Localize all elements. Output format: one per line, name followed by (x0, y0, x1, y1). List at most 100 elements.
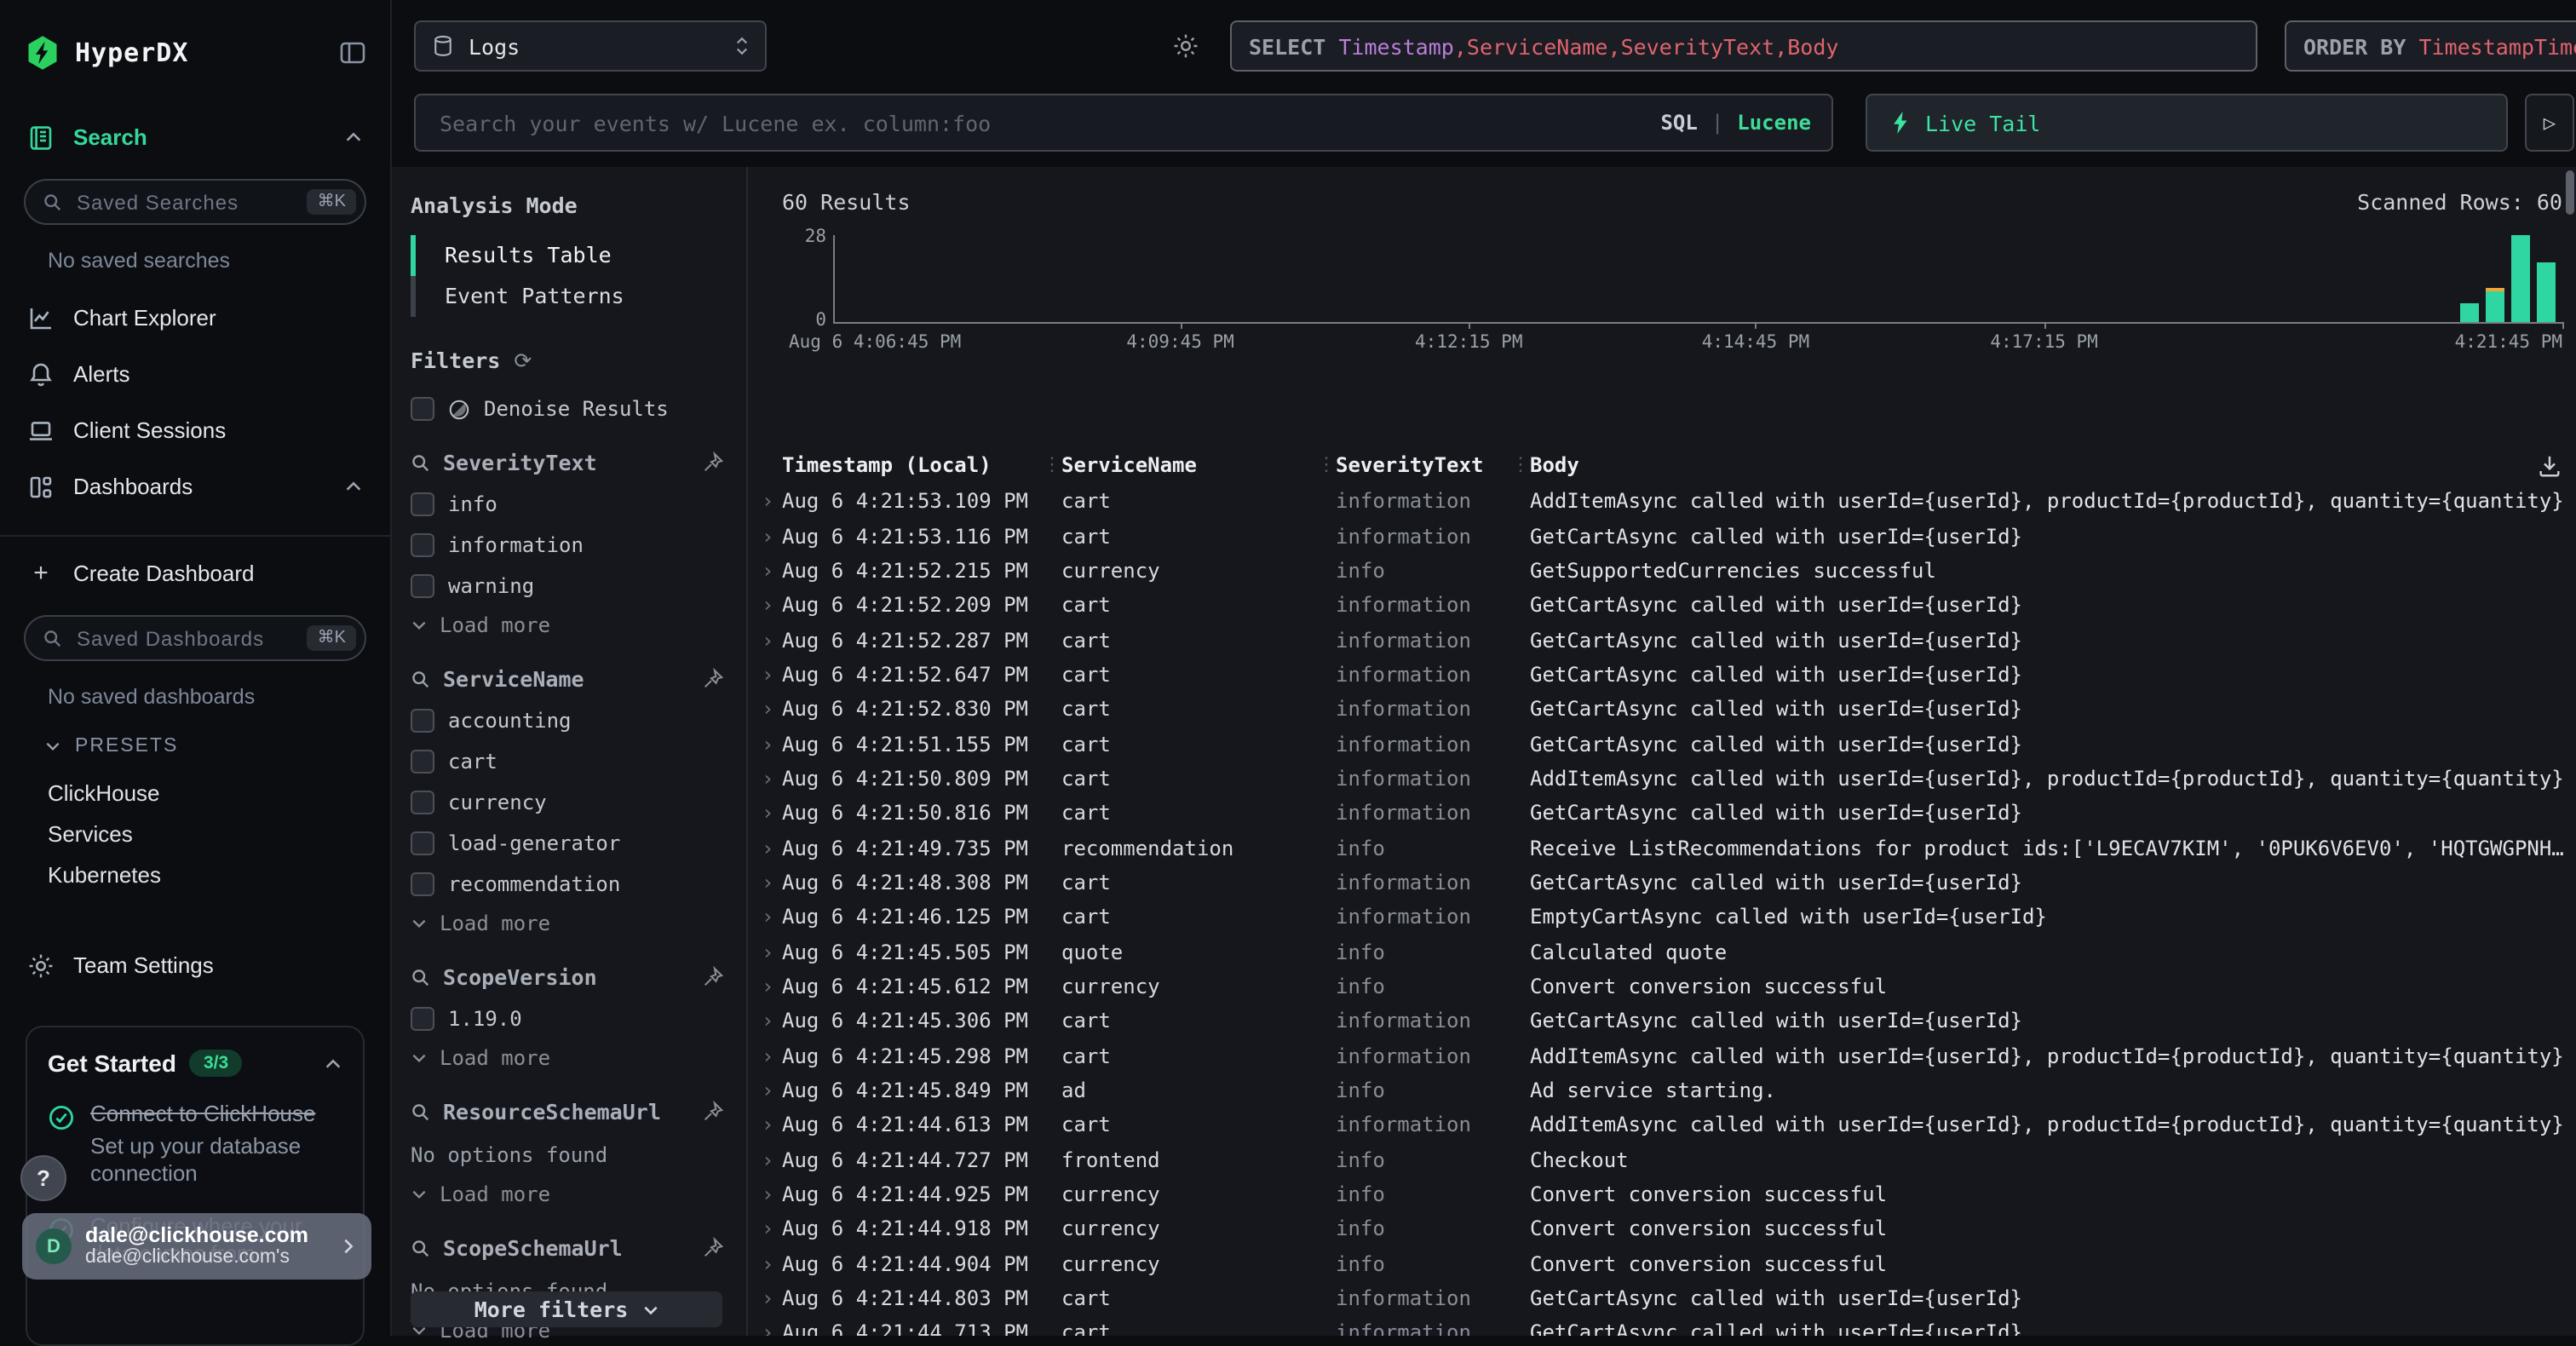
denoise-results-option[interactable]: Denoise Results (411, 397, 746, 421)
sidebar-item-team-settings[interactable]: Team Settings (0, 937, 390, 993)
pin-icon[interactable] (702, 966, 724, 988)
saved-searches-input[interactable]: ⌘K (24, 179, 366, 225)
row-expander-icon[interactable]: › (762, 697, 782, 721)
column-header-servicename[interactable]: ⋮ServiceName (1061, 453, 1336, 477)
row-expander-icon[interactable]: › (762, 593, 782, 617)
row-expander-icon[interactable]: › (762, 1044, 782, 1067)
row-expander-icon[interactable]: › (762, 906, 782, 929)
filter-option[interactable]: warning (411, 574, 746, 598)
table-row[interactable]: ›Aug 6 4:21:44.925 PMcurrencyinfoConvert… (762, 1177, 2576, 1212)
table-row[interactable]: ›Aug 6 4:21:45.306 PMcartinformationGetC… (762, 1004, 2576, 1038)
saved-dashboards-field[interactable] (73, 624, 297, 652)
column-header-timestamp-local-[interactable]: Timestamp (Local) (782, 453, 1061, 477)
filter-option[interactable]: info (411, 492, 746, 516)
table-row[interactable]: ›Aug 6 4:21:44.803 PMcartinformationGetC… (762, 1281, 2576, 1316)
sidebar-preset-kubernetes[interactable]: Kubernetes (0, 854, 390, 894)
row-expander-icon[interactable]: › (762, 1113, 782, 1137)
pin-icon[interactable] (702, 1101, 724, 1123)
source-settings-gear-icon[interactable] (1172, 32, 1199, 60)
order-by-input[interactable]: ORDER BY TimestampTime DESC (2285, 20, 2576, 72)
row-expander-icon[interactable]: › (762, 1286, 782, 1310)
table-row[interactable]: ›Aug 6 4:21:50.809 PMcartinformationAddI… (762, 762, 2576, 797)
get-started-step[interactable]: Connect to ClickHouseSet up your databas… (48, 1101, 342, 1188)
row-expander-icon[interactable]: › (762, 732, 782, 756)
filter-option[interactable]: information (411, 533, 746, 557)
row-expander-icon[interactable]: › (762, 975, 782, 998)
presets-toggle[interactable]: PRESETS (44, 736, 363, 756)
row-expander-icon[interactable]: › (762, 940, 782, 963)
load-more-button[interactable]: Load more (411, 1182, 746, 1206)
load-more-button[interactable]: Load more (411, 912, 746, 935)
table-row[interactable]: ›Aug 6 4:21:44.613 PMcartinformationAddI… (762, 1107, 2576, 1142)
row-expander-icon[interactable]: › (762, 1251, 782, 1275)
row-expander-icon[interactable]: › (762, 489, 782, 513)
table-row[interactable]: ›Aug 6 4:21:52.830 PMcartinformationGetC… (762, 692, 2576, 727)
checkbox[interactable] (411, 574, 434, 598)
checkbox[interactable] (411, 709, 434, 733)
row-expander-icon[interactable]: › (762, 871, 782, 894)
table-row[interactable]: ›Aug 6 4:21:49.735 PMrecommendationinfoR… (762, 831, 2576, 866)
checkbox[interactable] (411, 791, 434, 814)
histogram-bar[interactable] (2460, 303, 2479, 322)
sidebar-preset-services[interactable]: Services (0, 813, 390, 854)
row-expander-icon[interactable]: › (762, 1148, 782, 1171)
row-expander-icon[interactable]: › (762, 1182, 782, 1206)
lucene-toggle[interactable]: Lucene (1737, 111, 1811, 135)
table-row[interactable]: ›Aug 6 4:21:52.209 PMcartinformationGetC… (762, 588, 2576, 623)
table-row[interactable]: ›Aug 6 4:21:51.155 PMcartinformationGetC… (762, 727, 2576, 762)
row-expander-icon[interactable]: › (762, 1079, 782, 1102)
row-expander-icon[interactable]: › (762, 836, 782, 860)
column-header-severitytext[interactable]: ⋮SeverityText (1336, 453, 1530, 477)
load-more-button[interactable]: Load more (411, 1046, 746, 1070)
table-row[interactable]: ›Aug 6 4:21:44.918 PMcurrencyinfoConvert… (762, 1211, 2576, 1246)
load-more-button[interactable]: Load more (411, 613, 746, 637)
sidebar-item-client-sessions[interactable]: Client Sessions (0, 402, 390, 458)
filter-option[interactable]: accounting (411, 709, 746, 733)
row-expander-icon[interactable]: › (762, 1217, 782, 1241)
table-row[interactable]: ›Aug 6 4:21:44.727 PMfrontendinfoCheckou… (762, 1142, 2576, 1177)
row-expander-icon[interactable]: › (762, 628, 782, 652)
table-row[interactable]: ›Aug 6 4:21:53.109 PMcartinformationAddI… (762, 484, 2576, 519)
sidebar-item-search[interactable]: Search (0, 109, 390, 165)
sql-toggle[interactable]: SQL (1660, 111, 1697, 135)
column-header-body[interactable]: ⋮Body (1530, 453, 2576, 477)
saved-searches-field[interactable] (73, 188, 297, 216)
select-columns-input[interactable]: SELECT Timestamp,ServiceName,SeverityTex… (1230, 20, 2257, 72)
filter-option[interactable]: cart (411, 750, 746, 774)
table-row[interactable]: ›Aug 6 4:21:52.287 PMcartinformationGetC… (762, 623, 2576, 658)
table-row[interactable]: ›Aug 6 4:21:45.298 PMcartinformationAddI… (762, 1038, 2576, 1073)
pin-icon[interactable] (702, 1237, 724, 1259)
analysis-mode-results-table[interactable]: Results Table (411, 235, 746, 276)
refresh-icon[interactable]: ⟳ (514, 348, 532, 373)
source-selector[interactable]: Logs (414, 20, 767, 72)
pin-icon[interactable] (702, 452, 724, 474)
column-separator-icon[interactable]: ⋮ (1317, 453, 1336, 475)
table-row[interactable]: ›Aug 6 4:21:44.713 PMcartinformationGetC… (762, 1316, 2576, 1337)
chevron-up-icon[interactable] (324, 1054, 342, 1073)
sidebar-item-chart-explorer[interactable]: Chart Explorer (0, 290, 390, 346)
table-row[interactable]: ›Aug 6 4:21:48.308 PMcartinformationGetC… (762, 866, 2576, 900)
histogram-bar[interactable] (2486, 288, 2504, 322)
checkbox[interactable] (411, 533, 434, 557)
run-query-button[interactable]: ▷ (2525, 94, 2574, 152)
table-row[interactable]: ›Aug 6 4:21:46.125 PMcartinformationEmpt… (762, 900, 2576, 935)
table-row[interactable]: ›Aug 6 4:21:45.849 PMadinfoAd service st… (762, 1073, 2576, 1108)
filter-option[interactable]: currency (411, 791, 746, 814)
denoise-checkbox[interactable] (411, 397, 434, 421)
user-menu[interactable]: D dale@clickhouse.com dale@clickhouse.co… (22, 1213, 371, 1280)
checkbox[interactable] (411, 872, 434, 896)
row-expander-icon[interactable]: › (762, 767, 782, 791)
pin-icon[interactable] (702, 668, 724, 690)
histogram-bar[interactable] (2511, 235, 2530, 322)
results-histogram[interactable]: 280Aug 6 4:06:45 PM4:09:45 PM4:12:15 PM4… (833, 235, 2562, 324)
column-separator-icon[interactable]: ⋮ (1043, 453, 1061, 475)
filter-option[interactable]: load-generator (411, 831, 746, 855)
sidebar-preset-clickhouse[interactable]: ClickHouse (0, 772, 390, 813)
table-row[interactable]: ›Aug 6 4:21:45.612 PMcurrencyinfoConvert… (762, 969, 2576, 1004)
table-row[interactable]: ›Aug 6 4:21:45.505 PMquoteinfoCalculated… (762, 935, 2576, 969)
saved-dashboards-input[interactable]: ⌘K (24, 615, 366, 661)
table-row[interactable]: ›Aug 6 4:21:52.215 PMcurrencyinfoGetSupp… (762, 553, 2576, 588)
checkbox[interactable] (411, 492, 434, 516)
checkbox[interactable] (411, 1007, 434, 1031)
event-search-field[interactable] (436, 108, 1647, 137)
